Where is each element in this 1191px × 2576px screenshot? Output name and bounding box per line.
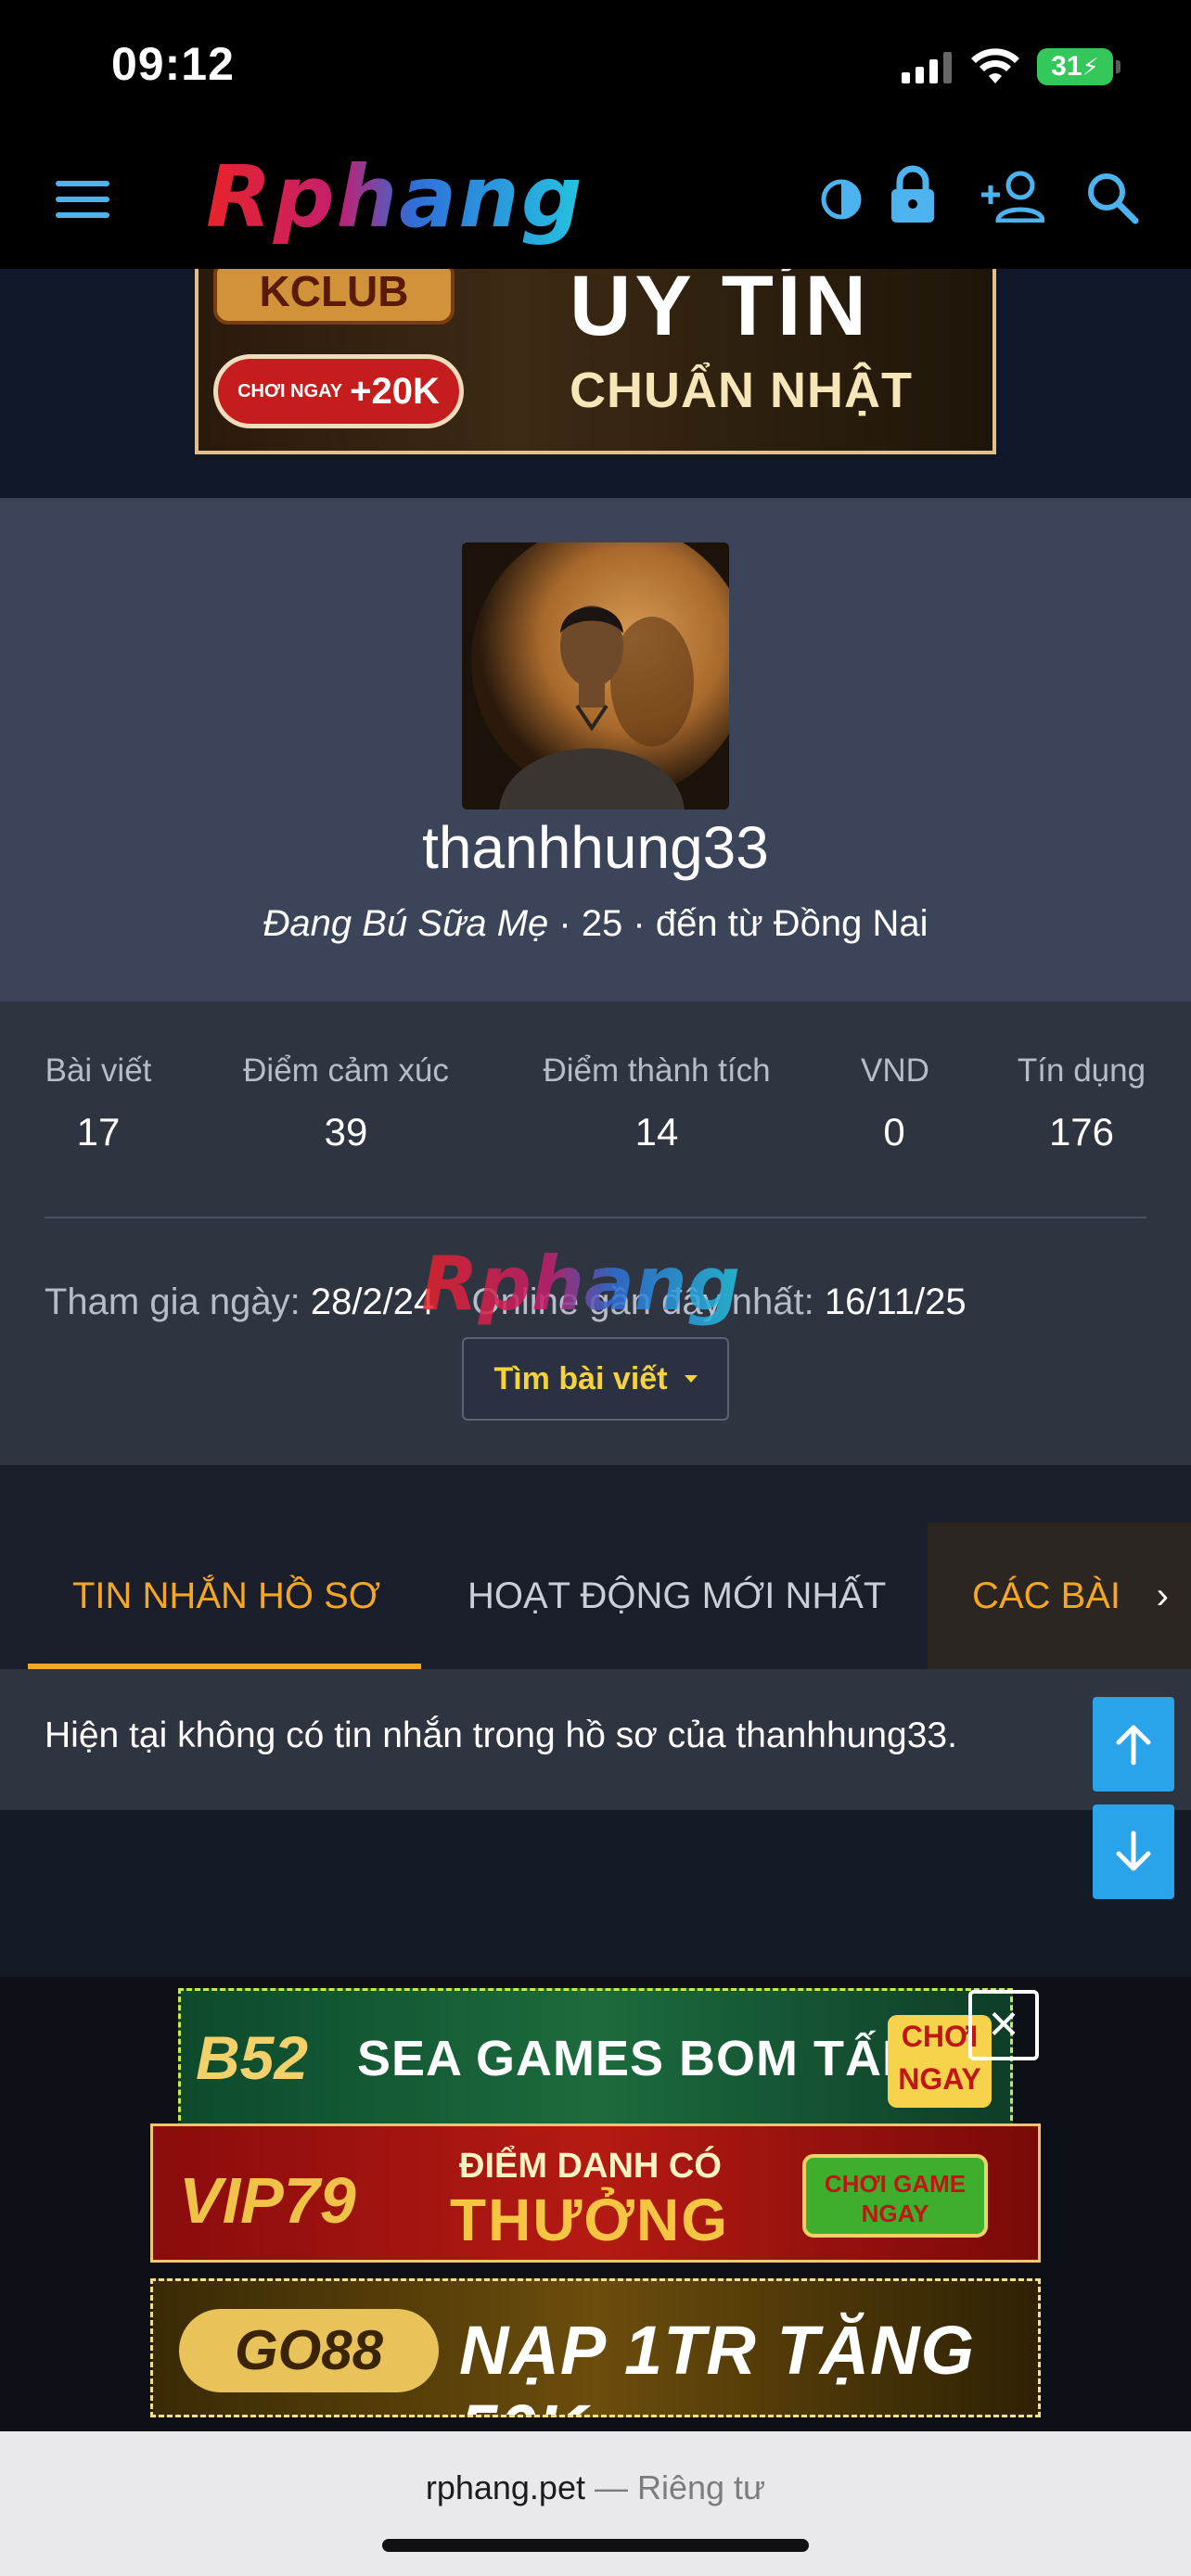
url-privacy: — Riêng tư xyxy=(584,2468,766,2506)
stat-value: 176 xyxy=(1048,1110,1115,1154)
stat-reaction-score[interactable]: Điểm cảm xúc 39 xyxy=(239,1052,453,1154)
arrow-up-icon xyxy=(1116,1725,1151,1766)
profile-stats: Bài viết 17 Điểm cảm xúc 39 Điểm thành t… xyxy=(0,1001,1191,1465)
tab-label: TIN NHẮN HỒ SƠ xyxy=(72,1575,381,1616)
stat-value: 14 xyxy=(634,1110,679,1154)
cellular-signal-icon xyxy=(902,52,952,83)
tab-label: CÁC BÀI xyxy=(972,1575,1121,1616)
bottom-ads: B52 SEA GAMES BOM TẤN CHƠI NGAY × VIP79 … xyxy=(0,1977,1191,2431)
ad-banner-go88[interactable]: GO88 NẠP 1TR TẶNG 50K xyxy=(150,2278,1041,2417)
tab-label: HOẠT ĐỘNG MỚI NHẤT xyxy=(467,1575,887,1616)
profile-posts-panel: Hiện tại không có tin nhắn trong hồ sơ c… xyxy=(0,1669,1191,1810)
theme-toggle-icon[interactable] xyxy=(820,178,863,221)
joined-date: 28/2/24 xyxy=(310,1282,435,1322)
ad-subline: CHUẨN NHẬT xyxy=(570,363,913,418)
stat-label: Tín dụng xyxy=(1017,1052,1146,1089)
top-ad-area: KCLUB CHƠI NGAY +20K UY TÍN CHUẨN NHẬT xyxy=(0,269,1191,498)
stat-label: Điểm thành tích xyxy=(543,1052,771,1089)
profile-username: thanhhung33 xyxy=(422,814,769,881)
find-posts-label: Tìm bài viết xyxy=(493,1360,668,1396)
stat-credit: Tín dụng 176 xyxy=(1017,1052,1146,1154)
logo-text: Rphang xyxy=(206,154,584,245)
address-text[interactable]: rphang.pet — Riêng tư xyxy=(0,2468,1191,2507)
profile-header: thanhhung33 Đang Bú Sữa Mẹ · 25 · đến từ… xyxy=(0,498,1191,1001)
scroll-bottom-button[interactable] xyxy=(1093,1804,1174,1899)
profile-tabs-area: TIN NHẮN HỒ SƠ HOẠT ĐỘNG MỚI NHẤT CÁC BÀ… xyxy=(0,1465,1191,1669)
status-time: 09:12 xyxy=(111,38,235,90)
find-posts-button[interactable]: Tìm bài viết xyxy=(462,1337,729,1421)
arrow-down-icon xyxy=(1116,1830,1151,1871)
stat-label: Điểm cảm xúc xyxy=(243,1052,449,1089)
joined-label: Tham gia ngày: xyxy=(45,1282,301,1322)
ad-play-small: CHƠI NGAY xyxy=(237,381,343,402)
browser-address-bar[interactable]: rphang.pet — Riêng tư xyxy=(0,2431,1191,2576)
ad-brand: B52 xyxy=(196,2023,309,2092)
ad-banner-b52[interactable]: B52 SEA GAMES BOM TẤN CHƠI NGAY xyxy=(178,1988,1013,2129)
logo-watermark: Rphang xyxy=(421,1241,740,1327)
stat-value: 17 xyxy=(76,1110,121,1154)
stat-value: 39 xyxy=(324,1110,368,1154)
close-ad-icon[interactable]: × xyxy=(968,1990,1039,2060)
stat-value: 0 xyxy=(883,1110,905,1154)
tab-profile-posts[interactable]: TIN NHẮN HỒ SƠ xyxy=(28,1523,421,1669)
stat-label: Bài viết xyxy=(45,1052,152,1089)
ad-play-button: CHƠI NGAY +20K xyxy=(213,354,464,428)
ad-text: NẠP 1TR TẶNG 50K xyxy=(459,2312,976,2415)
chevron-right-icon[interactable]: › xyxy=(1157,1575,1169,1617)
stat-vnd: VND 0 xyxy=(861,1052,929,1154)
status-bar: 09:12 31 ⚡ xyxy=(0,0,1191,130)
stat-label: VND xyxy=(861,1052,929,1089)
ad-line1: ĐIỂM DANH CÓ xyxy=(459,2147,722,2186)
ad-brand: KCLUB xyxy=(213,269,455,325)
battery-level: 31 xyxy=(1051,51,1082,82)
ad-brand: VIP79 xyxy=(179,2164,356,2237)
ad-line2: THƯỞNG xyxy=(450,2187,729,2253)
empty-message: Hiện tại không có tin nhắn trong hồ sơ c… xyxy=(45,1715,957,1755)
ad-text: SEA GAMES BOM TẤN xyxy=(357,2031,920,2086)
battery-icon: 31 ⚡ xyxy=(1037,48,1121,85)
page-spacer xyxy=(0,1810,1191,1977)
svg-text:Rphang: Rphang xyxy=(421,1241,740,1327)
wifi-icon xyxy=(971,48,1019,83)
menu-icon[interactable] xyxy=(56,181,109,228)
ad-banner-vip79[interactable]: VIP79 ĐIỂM DANH CÓ THƯỞNG CHƠI GAME NGAY xyxy=(150,2123,1041,2263)
stat-posts[interactable]: Bài viết 17 xyxy=(45,1052,152,1154)
tab-latest-activity[interactable]: HOẠT ĐỘNG MỚI NHẤT xyxy=(467,1523,886,1669)
ad-headline: UY TÍN xyxy=(570,269,870,353)
url-domain: rphang.pet xyxy=(425,2468,585,2506)
profile-user-info: Đang Bú Sữa Mẹ · 25 · đến từ Đồng Nai xyxy=(0,903,1191,945)
stats-divider xyxy=(45,1217,1146,1218)
top-ad-banner[interactable]: KCLUB CHƠI NGAY +20K UY TÍN CHUẨN NHẬT xyxy=(195,269,996,454)
search-icon[interactable] xyxy=(1085,171,1139,224)
profile-meta: · 25 · đến từ Đồng Nai xyxy=(548,903,928,944)
site-header: Rphang xyxy=(0,130,1191,269)
tab-postings[interactable]: CÁC BÀI › xyxy=(928,1523,1191,1669)
ad-brand: GO88 xyxy=(179,2309,439,2392)
register-user-icon[interactable] xyxy=(980,171,1044,223)
caret-down-icon xyxy=(684,1375,698,1383)
last-seen-date: 16/11/25 xyxy=(824,1282,967,1322)
profile-custom-title: Đang Bú Sữa Mẹ xyxy=(263,903,549,944)
ad-play-bonus: +20K xyxy=(350,370,440,412)
avatar[interactable] xyxy=(462,542,729,810)
scroll-top-button[interactable] xyxy=(1093,1697,1174,1792)
lock-icon[interactable] xyxy=(889,165,937,224)
profile-tabs: TIN NHẮN HỒ SƠ HOẠT ĐỘNG MỚI NHẤT CÁC BÀ… xyxy=(28,1523,1191,1669)
ad-cta: CHƠI GAME NGAY xyxy=(802,2154,988,2238)
site-logo[interactable]: Rphang xyxy=(198,154,727,245)
stat-trophy-points[interactable]: Điểm thành tích 14 xyxy=(540,1052,774,1154)
home-indicator[interactable] xyxy=(382,2539,809,2552)
